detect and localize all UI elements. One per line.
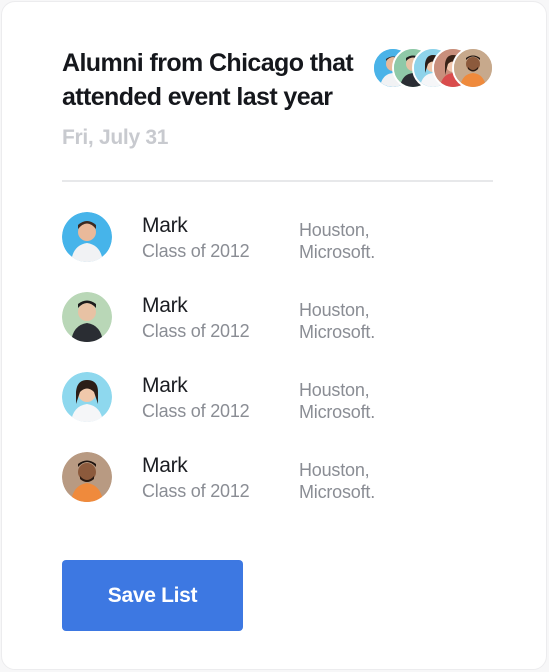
event-date: Fri, July 31 [62,126,169,149]
alumni-name: Mark [142,374,188,397]
alumni-class: Class of 2012 [142,241,250,261]
save-list-button[interactable]: Save List [62,560,243,631]
alumni-class: Class of 2012 [142,401,250,421]
list-item[interactable]: Mark Class of 2012 Houston, Microsoft. [62,372,502,424]
avatar [62,372,112,422]
avatar [62,212,112,262]
alumni-class: Class of 2012 [142,321,250,341]
alumni-company: Microsoft. [299,322,376,342]
alumni-name: Mark [142,454,188,477]
alumni-company: Microsoft. [299,482,376,502]
alumni-name: Mark [142,294,188,317]
attendee-avatar-stack[interactable] [372,47,494,91]
alumni-class: Class of 2012 [142,481,250,501]
list-item[interactable]: Mark Class of 2012 Houston, Microsoft. [62,292,502,344]
alumni-location: Houston, Microsoft. [299,379,419,423]
alumni-location: Houston, Microsoft. [299,219,419,263]
alumni-company: Microsoft. [299,402,376,422]
alumni-name: Mark [142,214,188,237]
person-avatar-icon [452,47,494,89]
alumni-location: Houston, Microsoft. [299,459,419,503]
alumni-city: Houston, [299,460,370,480]
alumni-card: Alumni from Chicago that attended event … [1,1,547,670]
alumni-city: Houston, [299,300,370,320]
alumni-company: Microsoft. [299,242,376,262]
avatar [62,452,112,502]
alumni-city: Houston, [299,380,370,400]
list-item[interactable]: Mark Class of 2012 Houston, Microsoft. [62,212,502,264]
list-item[interactable]: Mark Class of 2012 Houston, Microsoft. [62,452,502,504]
divider [62,180,493,182]
card-title: Alumni from Chicago that attended event … [62,49,354,111]
alumni-city: Houston, [299,220,370,240]
alumni-location: Houston, Microsoft. [299,299,419,343]
avatar [62,292,112,342]
